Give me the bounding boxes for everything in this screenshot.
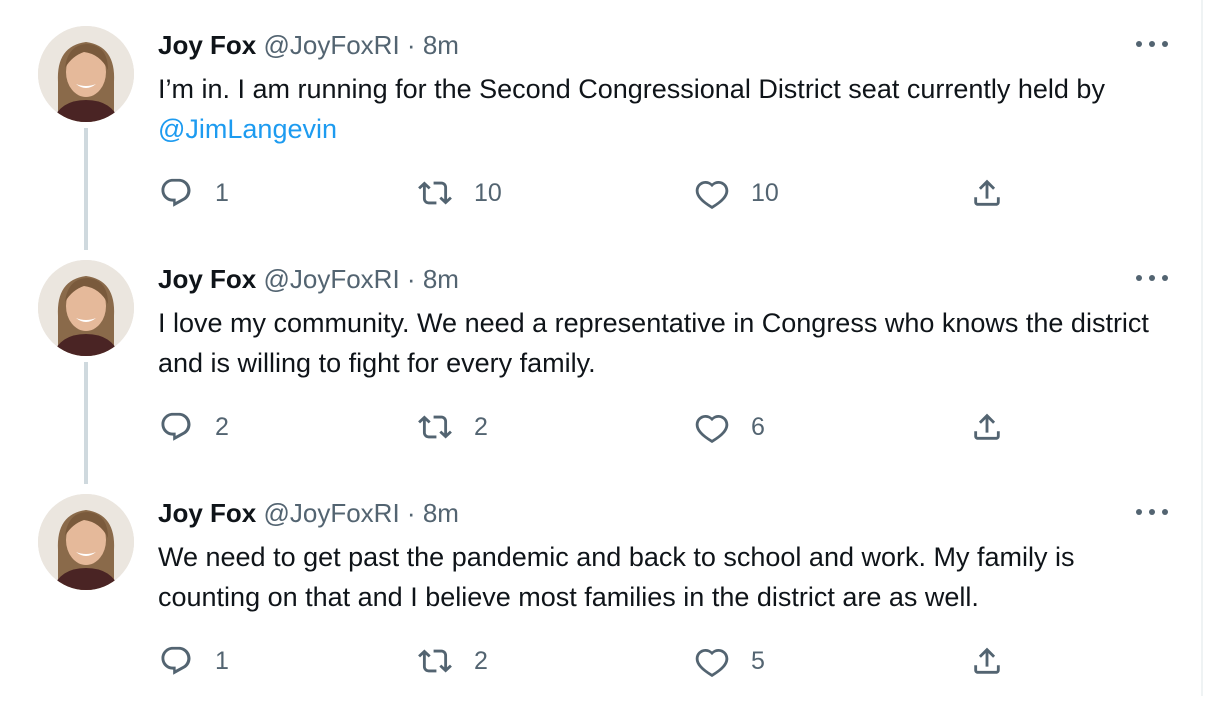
separator: · xyxy=(406,264,416,294)
reply-icon xyxy=(161,412,191,441)
share-icon xyxy=(974,413,1000,440)
retweet-button[interactable]: 10 xyxy=(418,172,502,214)
retweet-count: 2 xyxy=(474,646,488,675)
tweet-header: Joy Fox @JoyFoxRI · 8m xyxy=(158,262,459,296)
tweet-text: I love my community. We need a represent… xyxy=(158,308,1149,378)
author-handle[interactable]: @JoyFoxRI xyxy=(263,30,399,60)
like-count: 10 xyxy=(751,178,779,207)
tweet[interactable]: Joy Fox @JoyFoxRI · 8m We need to get pa… xyxy=(0,468,1203,702)
tweet-text: We need to get past the pandemic and bac… xyxy=(158,542,1075,612)
avatar[interactable] xyxy=(38,260,134,356)
author-handle[interactable]: @JoyFoxRI xyxy=(263,498,399,528)
reply-button[interactable]: 1 xyxy=(159,172,229,214)
retweet-button[interactable]: 2 xyxy=(418,406,488,448)
share-icon xyxy=(974,647,1000,674)
author-name[interactable]: Joy Fox xyxy=(158,30,256,60)
more-icon[interactable] xyxy=(1132,264,1172,292)
mention-link[interactable]: @JimLangevin xyxy=(158,114,337,144)
reply-count: 2 xyxy=(215,412,229,441)
avatar[interactable] xyxy=(38,494,134,590)
timestamp[interactable]: 8m xyxy=(423,498,459,528)
share-button[interactable] xyxy=(970,406,1004,448)
timestamp[interactable]: 8m xyxy=(423,30,459,60)
heart-icon xyxy=(695,180,729,210)
tweet-actions: 2 2 6 xyxy=(0,406,1203,448)
reply-button[interactable]: 1 xyxy=(159,640,229,682)
more-icon[interactable] xyxy=(1132,498,1172,526)
reply-button[interactable]: 2 xyxy=(159,406,229,448)
separator: · xyxy=(406,498,416,528)
tweet-actions: 1 2 5 xyxy=(0,640,1203,682)
tweet-header: Joy Fox @JoyFoxRI · 8m xyxy=(158,496,459,530)
retweet-button[interactable]: 2 xyxy=(418,640,488,682)
like-button[interactable]: 10 xyxy=(695,172,779,214)
tweet-text: I’m in. I am running for the Second Cong… xyxy=(158,69,1168,149)
retweet-icon xyxy=(418,181,452,205)
heart-icon xyxy=(695,648,729,678)
retweet-count: 10 xyxy=(474,178,502,207)
separator: · xyxy=(406,30,416,60)
like-button[interactable]: 5 xyxy=(695,640,765,682)
share-button[interactable] xyxy=(970,172,1004,214)
like-button[interactable]: 6 xyxy=(695,406,765,448)
reply-icon xyxy=(161,178,191,207)
heart-icon xyxy=(695,414,729,444)
timestamp[interactable]: 8m xyxy=(423,264,459,294)
reply-icon xyxy=(161,646,191,675)
retweet-icon xyxy=(418,649,452,673)
avatar[interactable] xyxy=(38,26,134,122)
tweet-actions: 1 10 10 xyxy=(0,172,1203,214)
more-icon[interactable] xyxy=(1132,30,1172,58)
retweet-icon xyxy=(418,415,452,439)
like-count: 5 xyxy=(751,646,765,675)
author-name[interactable]: Joy Fox xyxy=(158,264,256,294)
retweet-count: 2 xyxy=(474,412,488,441)
tweet-text-content: I’m in. I am running for the Second Cong… xyxy=(158,74,1105,104)
author-name[interactable]: Joy Fox xyxy=(158,498,256,528)
reply-count: 1 xyxy=(215,178,229,207)
tweet-thread: Joy Fox @JoyFoxRI · 8m I’m in. I am runn… xyxy=(0,0,1203,696)
reply-count: 1 xyxy=(215,646,229,675)
tweet-header: Joy Fox @JoyFoxRI · 8m xyxy=(158,28,459,62)
like-count: 6 xyxy=(751,412,765,441)
share-button[interactable] xyxy=(970,640,1004,682)
tweet[interactable]: Joy Fox @JoyFoxRI · 8m I’m in. I am runn… xyxy=(0,0,1203,234)
tweet[interactable]: Joy Fox @JoyFoxRI · 8m I love my communi… xyxy=(0,234,1203,468)
author-handle[interactable]: @JoyFoxRI xyxy=(263,264,399,294)
share-icon xyxy=(974,179,1000,206)
